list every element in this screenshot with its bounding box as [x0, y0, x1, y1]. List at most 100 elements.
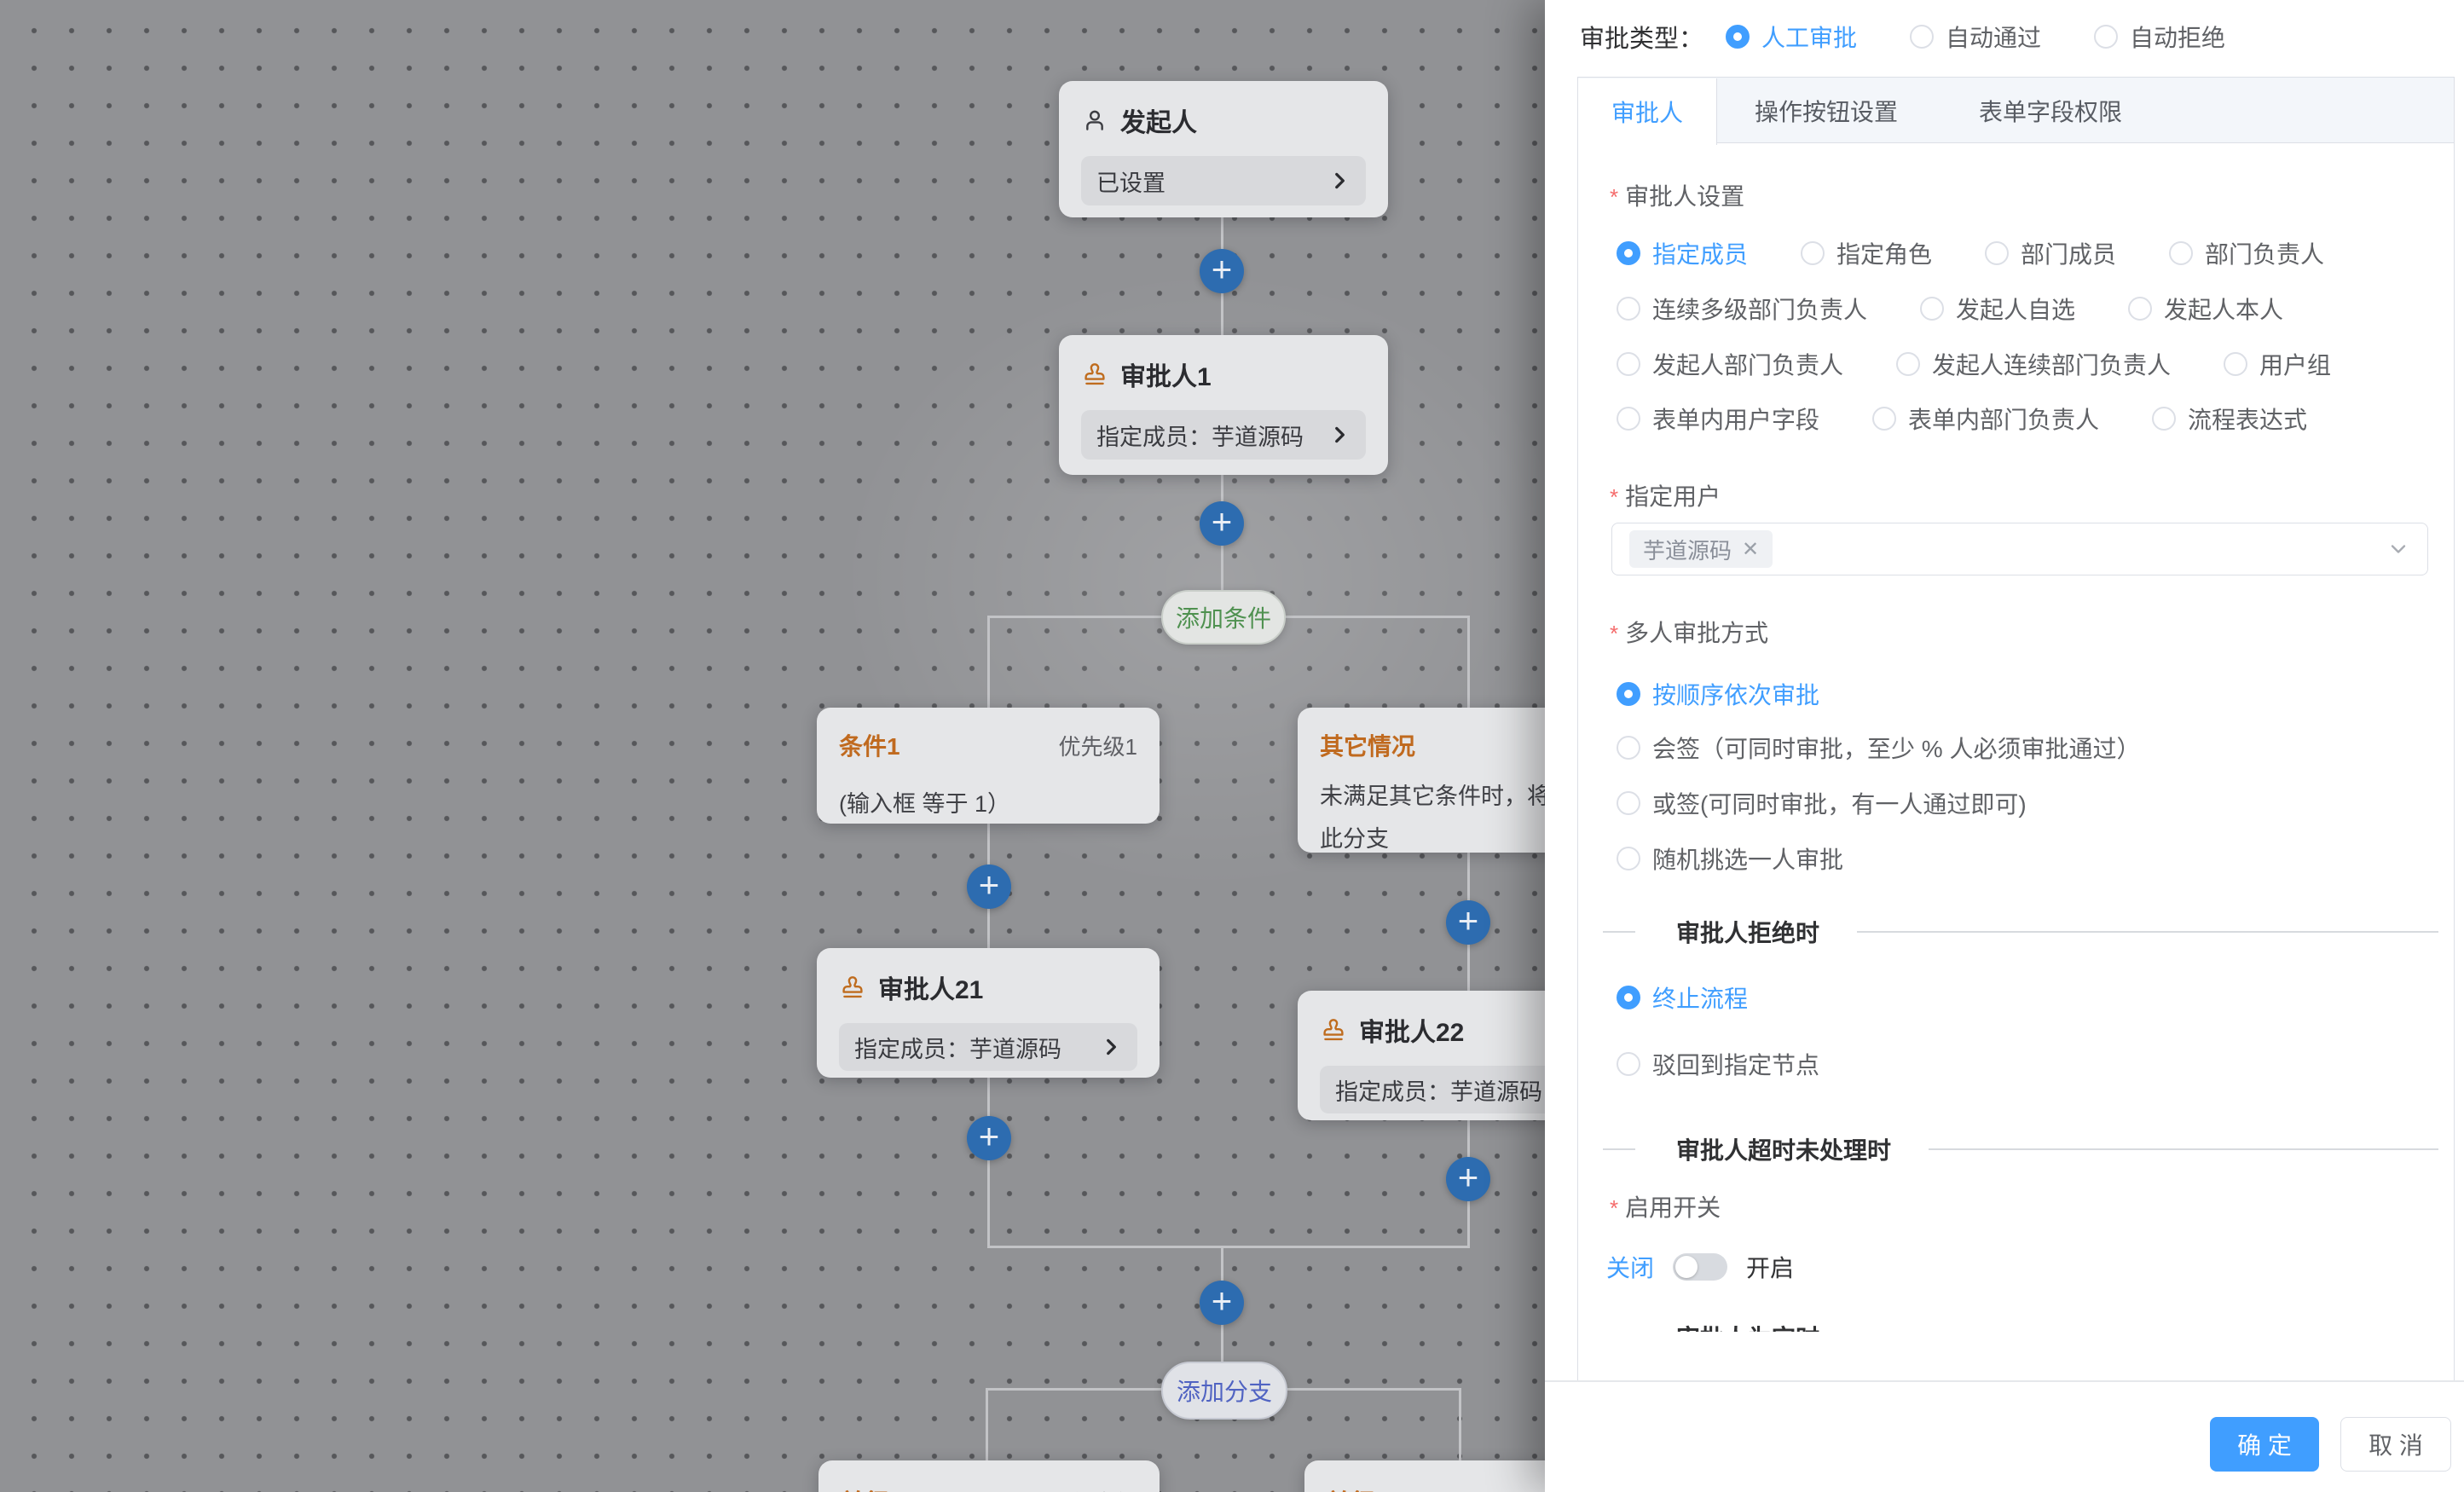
user-tag: 芋道源码 ✕: [1629, 530, 1773, 568]
radio-icon: [1872, 407, 1896, 431]
radio-auto-pass[interactable]: 自动通过: [1910, 20, 2041, 54]
timeout-section-title: 审批人超时未处理时: [1676, 1132, 1891, 1166]
radio-starter-dept-leader[interactable]: 发起人部门负责人: [1617, 347, 1843, 381]
radio-form-dept-leader[interactable]: 表单内部门负责人: [1872, 402, 2099, 436]
add-node-button[interactable]: +: [1446, 1157, 1490, 1201]
radio-icon: [1617, 847, 1640, 870]
radio-designated-member[interactable]: 指定成员: [1617, 236, 1748, 270]
radio-icon: [1617, 297, 1640, 321]
radio-manual-approve[interactable]: 人工审批: [1726, 20, 1857, 54]
node-other-condition[interactable]: 其它情况 优先级 未满足其它条件时，将进入此分支: [1298, 708, 1545, 853]
chevron-right-icon: [1328, 424, 1351, 446]
radio-dept-leader[interactable]: 部门负责人: [2169, 236, 2324, 270]
node-summary-text: 指定成员：芋道源码: [1096, 419, 1304, 452]
radio-icon: [2169, 241, 2193, 265]
cancel-button[interactable]: 取 消: [2340, 1417, 2451, 1472]
add-node-button[interactable]: +: [967, 865, 1011, 909]
radio-dept-member[interactable]: 部门成员: [1985, 236, 2116, 270]
node-summary-text: 已设置: [1096, 165, 1165, 198]
radio-starter-self[interactable]: 发起人本人: [2128, 292, 2283, 326]
radio-icon: [1985, 241, 2009, 265]
radio-random-one[interactable]: 随机挑选一人审批: [1617, 841, 1843, 876]
stamp-icon: [839, 974, 866, 1001]
reject-section-divider: 审批人拒绝时: [1603, 915, 2438, 949]
parallel-priority: 无优先级: [1049, 1486, 1137, 1492]
radio-icon: [1920, 297, 1944, 321]
switch-on-label[interactable]: 开启: [1746, 1250, 1794, 1284]
tag-remove-icon[interactable]: ✕: [1742, 537, 1759, 562]
add-branch-button[interactable]: 添加分支: [1161, 1362, 1287, 1420]
radio-auto-reject[interactable]: 自动拒绝: [2094, 20, 2225, 54]
tab-form-field-perms[interactable]: 表单字段权限: [1979, 78, 2122, 143]
node-condition1[interactable]: 条件1 优先级1 (输入框 等于 1）: [817, 708, 1160, 824]
user-select-input[interactable]: 芋道源码 ✕: [1611, 523, 2428, 575]
node-approver21[interactable]: 审批人21 指定成员：芋道源码: [817, 948, 1160, 1078]
radio-countersign[interactable]: 会签（可同时审批，至少 % 人必须审批通过）: [1617, 731, 2140, 765]
connector: [987, 1074, 990, 1248]
enable-switch-row: 关闭 开启: [1606, 1250, 1794, 1284]
plus-icon: +: [979, 867, 1000, 903]
plus-icon: +: [1212, 504, 1233, 540]
enable-switch-label: 启用开关: [1610, 1189, 1721, 1223]
radio-return-to-node[interactable]: 驳回到指定节点: [1617, 1047, 1819, 1081]
radio-user-group[interactable]: 用户组: [2224, 347, 2331, 381]
add-node-button[interactable]: +: [1446, 900, 1490, 945]
node-summary[interactable]: 已设置: [1081, 156, 1366, 205]
node-start[interactable]: 发起人 已设置: [1059, 81, 1388, 217]
radio-starter-self-select[interactable]: 发起人自选: [1920, 292, 2075, 326]
add-node-button[interactable]: +: [1200, 501, 1244, 546]
connector: [987, 616, 990, 709]
node-summary[interactable]: 指定成员：芋道源码: [839, 1023, 1137, 1071]
node-title: 审批人22: [1359, 1011, 1464, 1049]
user-select-label: 指定用户: [1610, 478, 1721, 512]
radio-icon: [1617, 682, 1640, 706]
radio-icon: [1801, 241, 1825, 265]
tab-action-buttons[interactable]: 操作按钮设置: [1755, 78, 1898, 143]
radio-icon: [2152, 407, 2176, 431]
tab-approver[interactable]: 审批人: [1578, 78, 1717, 145]
node-title: 审批人21: [878, 969, 983, 1006]
approver-setting-row: 指定成员 指定角色 部门成员 部门负责人: [1617, 236, 2324, 270]
node-approver1[interactable]: 审批人1 指定成员：芋道源码: [1059, 335, 1388, 475]
condition-title: 条件1: [839, 728, 900, 762]
parallel-title: 并行2: [1327, 1484, 1388, 1492]
node-parallel2[interactable]: 并行2 无优先级: [1304, 1460, 1545, 1492]
node-title: 发起人: [1120, 101, 1197, 139]
connector: [987, 1246, 1470, 1248]
condition-desc: 未满足其它条件时，将进入此分支: [1320, 776, 1545, 861]
plus-icon: +: [1212, 1283, 1233, 1319]
node-summary-text: 指定成员：芋道源码: [1335, 1073, 1542, 1107]
radio-icon: [1617, 791, 1640, 815]
radio-icon: [2128, 297, 2152, 321]
chevron-down-icon: [2386, 537, 2410, 561]
user-tag-label: 芋道源码: [1643, 534, 1732, 565]
stamp-icon: [1320, 1016, 1347, 1044]
switch-off-label[interactable]: 关闭: [1606, 1250, 1654, 1284]
add-node-button[interactable]: +: [1200, 249, 1244, 293]
node-parallel1[interactable]: 并行1 无优先级: [818, 1460, 1160, 1492]
radio-terminate-process[interactable]: 终止流程: [1617, 980, 1748, 1015]
radio-sequential[interactable]: 按顺序依次审批: [1617, 677, 1819, 711]
radio-icon: [1896, 352, 1920, 376]
confirm-button[interactable]: 确 定: [2210, 1417, 2319, 1472]
radio-process-expression[interactable]: 流程表达式: [2152, 402, 2307, 436]
add-node-button[interactable]: +: [1200, 1281, 1244, 1325]
radio-icon: [2224, 352, 2247, 376]
radio-icon: [1617, 736, 1640, 760]
flow-canvas[interactable]: + + + + + + + 发起人 已设置 审批人1 指定成员：芋道源码: [0, 0, 1545, 1492]
node-approver22[interactable]: 审批人22 指定成员：芋道源码: [1298, 991, 1545, 1120]
node-summary[interactable]: 指定成员：芋道源码: [1320, 1066, 1545, 1113]
radio-starter-multi-dept-leader[interactable]: 发起人连续部门负责人: [1896, 347, 2171, 381]
radio-multi-level-dept-leader[interactable]: 连续多级部门负责人: [1617, 292, 1867, 326]
radio-icon: [1617, 986, 1640, 1009]
node-summary[interactable]: 指定成员：芋道源码: [1081, 410, 1366, 460]
plus-icon: +: [1212, 252, 1233, 287]
add-node-button[interactable]: +: [967, 1116, 1011, 1160]
add-branch-label: 添加分支: [1177, 1373, 1272, 1408]
radio-form-user-field[interactable]: 表单内用户字段: [1617, 402, 1819, 436]
add-condition-button[interactable]: 添加条件: [1161, 590, 1286, 645]
radio-designated-role[interactable]: 指定角色: [1801, 236, 1932, 270]
node-title: 审批人1: [1120, 356, 1212, 393]
radio-orsign[interactable]: 或签(可同时审批，有一人通过即可): [1617, 786, 2027, 820]
enable-toggle[interactable]: [1673, 1253, 1727, 1281]
